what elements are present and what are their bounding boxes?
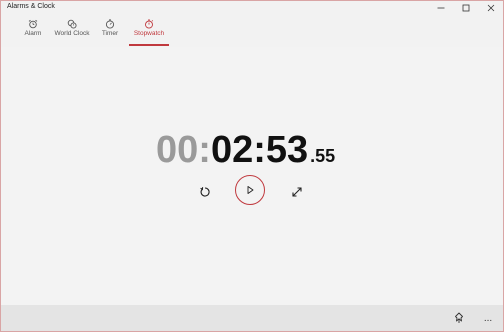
maximize-icon <box>462 4 470 12</box>
tab-bar: Alarm World Clock Timer Stopwatch <box>1 15 503 47</box>
selected-tab-indicator <box>129 44 169 46</box>
timer-icon <box>105 19 115 29</box>
alarm-clock-icon <box>28 19 38 29</box>
stopwatch-seconds: 53 <box>265 129 309 171</box>
stopwatch-icon <box>145 19 154 29</box>
tab-alarm[interactable]: Alarm <box>19 19 47 45</box>
tab-stopwatch-label: Stopwatch <box>133 30 165 37</box>
close-icon <box>487 4 495 12</box>
reset-icon <box>200 187 210 197</box>
stopwatch-fraction: .55 <box>310 146 336 166</box>
stopwatch-minutes: 02 <box>210 129 254 171</box>
expand-icon <box>292 187 302 197</box>
bottom-app-bar: ... <box>1 305 503 331</box>
tab-world-clock[interactable]: World Clock <box>54 19 90 45</box>
tab-alarm-label: Alarm <box>24 30 42 37</box>
tab-timer-label: Timer <box>101 30 119 37</box>
tab-timer[interactable]: Timer <box>97 19 123 45</box>
stopwatch-hours: 00 <box>156 129 199 171</box>
expand-button[interactable] <box>287 182 307 202</box>
more-button[interactable]: ... <box>479 309 497 327</box>
minimize-button[interactable] <box>430 1 452 15</box>
stopwatch-separator: : <box>198 129 211 171</box>
reset-button[interactable] <box>195 182 215 202</box>
tab-world-clock-label: World Clock <box>54 30 90 37</box>
stopwatch-panel: 00 : 02 : 53 .55 <box>1 47 503 305</box>
pin-icon <box>455 312 463 323</box>
tab-stopwatch[interactable]: Stopwatch <box>129 19 169 45</box>
app-window: Alarms & Clock Alarm World Clock Timer S… <box>0 0 504 332</box>
world-clock-icon <box>67 19 77 29</box>
maximize-button[interactable] <box>455 1 477 15</box>
stopwatch-display: 00 : 02 : 53 .55 <box>156 129 335 173</box>
play-icon <box>247 186 254 194</box>
stopwatch-separator: : <box>253 129 266 171</box>
minimize-icon <box>437 7 445 9</box>
close-button[interactable] <box>480 1 502 15</box>
pin-button[interactable] <box>450 309 468 327</box>
app-title: Alarms & Clock <box>7 3 55 10</box>
play-button[interactable] <box>235 175 265 205</box>
title-bar: Alarms & Clock <box>1 1 503 15</box>
